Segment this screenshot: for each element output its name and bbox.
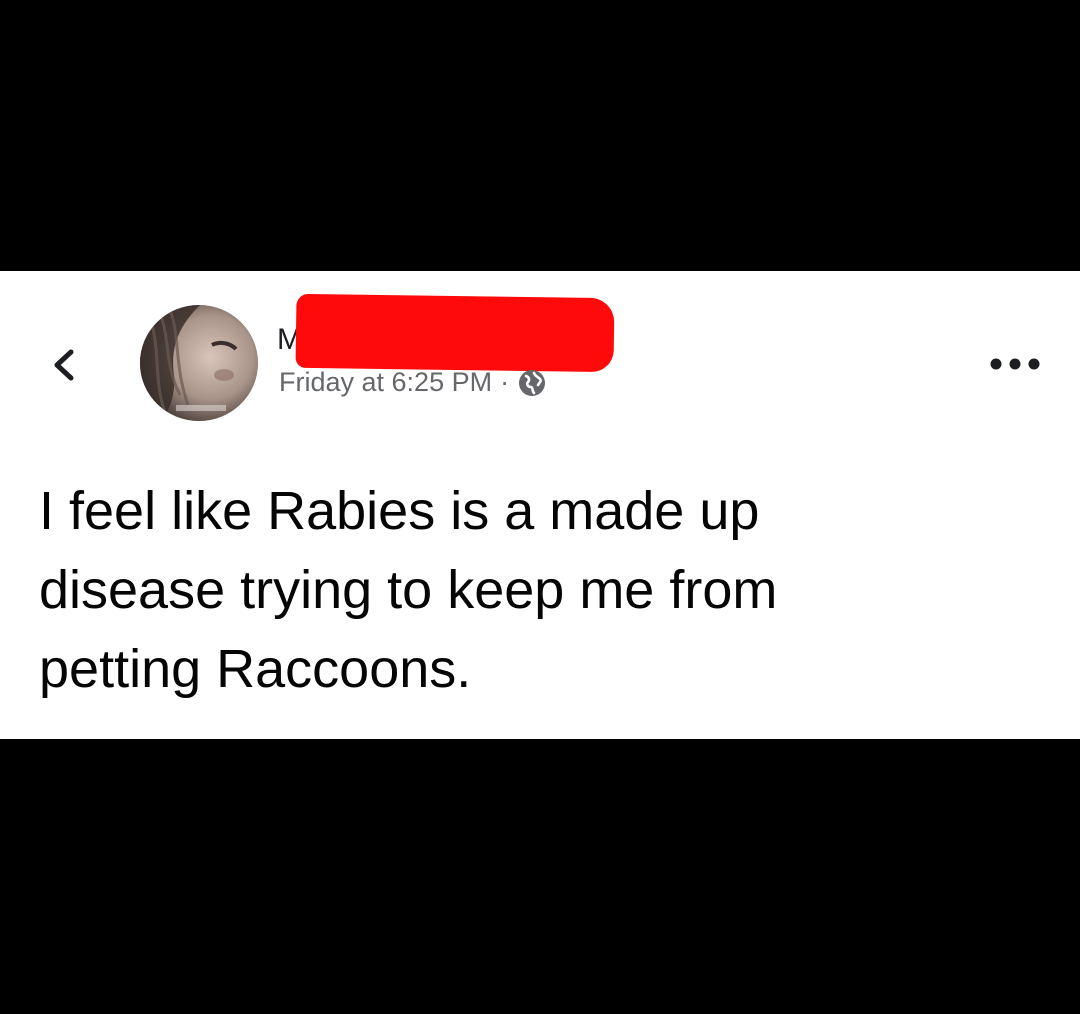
post-body-line: disease trying to keep me from xyxy=(39,560,778,620)
more-options-button[interactable] xyxy=(985,346,1045,382)
post-body-line: I feel like Rabies is a made up xyxy=(39,481,760,541)
avatar-image xyxy=(140,305,258,421)
avatar[interactable] xyxy=(140,305,258,421)
meta-separator: · xyxy=(500,367,510,397)
more-horizontal-icon xyxy=(990,358,1040,370)
post-meta: Friday at 6:25 PM · xyxy=(279,367,547,398)
post-timestamp[interactable]: Friday at 6:25 PM xyxy=(279,367,492,398)
post-body: I feel like Rabies is a made up disease … xyxy=(39,472,1039,709)
globe-icon[interactable] xyxy=(517,368,547,398)
name-redaction xyxy=(295,293,615,373)
chevron-left-icon xyxy=(54,349,74,381)
post-body-line: petting Raccoons. xyxy=(39,639,472,699)
back-button[interactable] xyxy=(44,340,84,390)
screenshot-stage: M Friday at 6:25 PM · I feel like Rabies… xyxy=(0,0,1080,1014)
